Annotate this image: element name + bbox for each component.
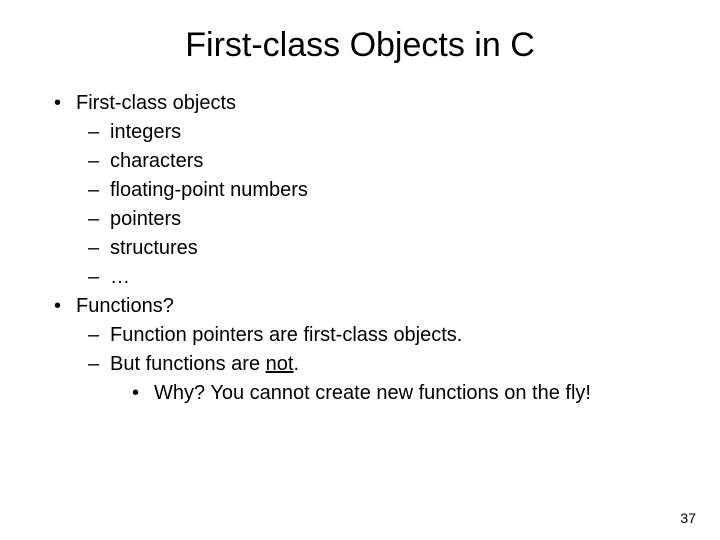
bullet-text: pointers <box>110 205 181 234</box>
bullet-dash-icon: – <box>88 321 110 350</box>
bullet-text: First-class objects <box>76 89 236 118</box>
bullet-dash-icon: – <box>88 234 110 263</box>
bullet-text: … <box>110 263 130 292</box>
bullet-text: But functions are not. <box>110 350 299 379</box>
bullet-dash-icon: – <box>88 176 110 205</box>
bullet-text: Functions? <box>76 292 174 321</box>
bullet-dot-icon: • <box>54 89 76 118</box>
bullet-dash-icon: – <box>88 118 110 147</box>
bullet-level2: – characters <box>88 147 680 176</box>
bullet-text: Why? You cannot create new functions on … <box>154 379 591 408</box>
bullet-dot-icon: • <box>132 379 154 408</box>
text-segment: But functions are <box>110 353 266 375</box>
underline-text: not <box>266 353 294 375</box>
bullet-level2: – But functions are not. <box>88 350 680 379</box>
slide: First-class Objects in C • First-class o… <box>0 0 720 540</box>
bullet-level2: – floating-point numbers <box>88 176 680 205</box>
bullet-level1: • Functions? <box>54 292 680 321</box>
bullet-level1: • First-class objects <box>54 89 680 118</box>
bullet-dash-icon: – <box>88 350 110 379</box>
bullet-text: structures <box>110 234 198 263</box>
bullet-dot-icon: • <box>54 292 76 321</box>
bullet-dash-icon: – <box>88 263 110 292</box>
bullet-text: characters <box>110 147 203 176</box>
slide-title: First-class Objects in C <box>40 26 680 65</box>
bullet-dash-icon: – <box>88 205 110 234</box>
bullet-text: integers <box>110 118 181 147</box>
page-number: 37 <box>680 510 696 526</box>
bullet-level2: – … <box>88 263 680 292</box>
bullet-level2: – Function pointers are first-class obje… <box>88 321 680 350</box>
bullet-text: floating-point numbers <box>110 176 308 205</box>
bullet-level3: • Why? You cannot create new functions o… <box>132 379 680 408</box>
bullet-level2: – integers <box>88 118 680 147</box>
text-segment: . <box>293 353 299 375</box>
bullet-text: Function pointers are first-class object… <box>110 321 462 350</box>
bullet-dash-icon: – <box>88 147 110 176</box>
bullet-level2: – structures <box>88 234 680 263</box>
bullet-level2: – pointers <box>88 205 680 234</box>
slide-body: • First-class objects – integers – chara… <box>40 89 680 408</box>
